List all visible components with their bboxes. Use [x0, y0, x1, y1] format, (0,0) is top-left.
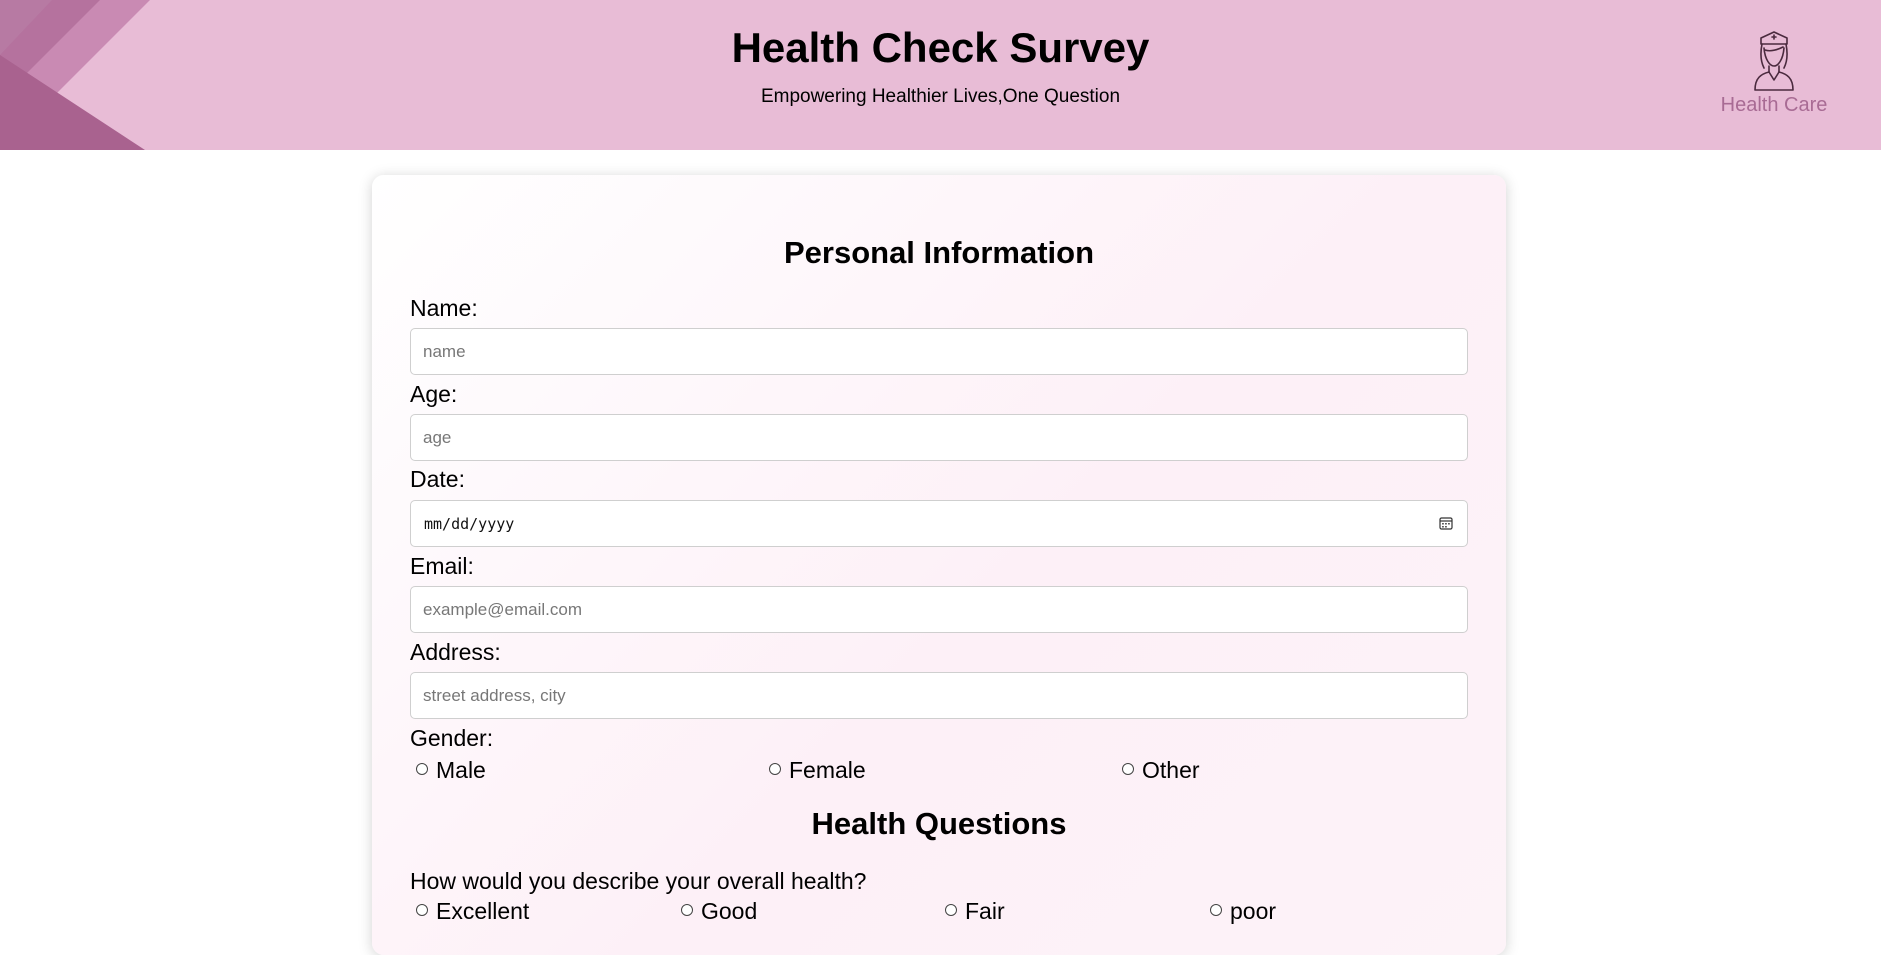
radio-button[interactable]	[945, 904, 957, 916]
age-label: Age:	[410, 381, 458, 407]
page-tagline: Empowering Healthier Lives,One Question	[760, 86, 1121, 107]
brand-label: Health Care	[1720, 94, 1828, 116]
calendar-icon[interactable]	[1439, 516, 1453, 530]
radio-label: poor	[1230, 898, 1277, 924]
radio-label: Excellent	[436, 898, 530, 924]
personal-info-heading: Personal Information	[783, 235, 1095, 270]
brand-logo: Health Care	[1714, 28, 1834, 117]
date-label: Date:	[410, 466, 465, 492]
date-input[interactable]: mm/dd/yyyy	[410, 500, 1468, 547]
radio-label: Male	[436, 757, 486, 783]
date-value: mm/dd/yyyy	[424, 515, 515, 533]
nurse-icon	[1754, 31, 1794, 91]
radio-button[interactable]	[416, 904, 428, 916]
radio-button[interactable]	[1210, 904, 1222, 916]
radio-button[interactable]	[1122, 763, 1134, 775]
radio-label: Female	[789, 757, 866, 783]
address-label: Address:	[410, 639, 501, 665]
name-label: Name:	[410, 295, 478, 321]
radio-button[interactable]	[769, 763, 781, 775]
radio-label: Other	[1142, 757, 1200, 783]
radio-label: Fair	[965, 898, 1005, 924]
age-input[interactable]	[410, 414, 1468, 461]
health-questions-heading: Health Questions	[811, 806, 1067, 841]
page-header: Health Check Survey Empowering Healthier…	[0, 0, 1881, 150]
email-input[interactable]	[410, 586, 1468, 633]
survey-form: Personal Information Name: Age: Date: mm…	[372, 175, 1506, 955]
page-title: Health Check Survey	[731, 24, 1150, 71]
gender-options: Male Female Other	[410, 757, 1468, 784]
radio-label: Good	[701, 898, 758, 924]
address-input[interactable]	[410, 672, 1468, 719]
overall-health-question: How would you describe your overall heal…	[410, 868, 867, 894]
radio-button[interactable]	[416, 763, 428, 775]
overall-health-options: Excellent Good Fair poor	[410, 898, 1468, 925]
gender-label: Gender:	[410, 725, 494, 751]
radio-button[interactable]	[681, 904, 693, 916]
name-input[interactable]	[410, 328, 1468, 375]
email-label: Email:	[410, 553, 474, 579]
